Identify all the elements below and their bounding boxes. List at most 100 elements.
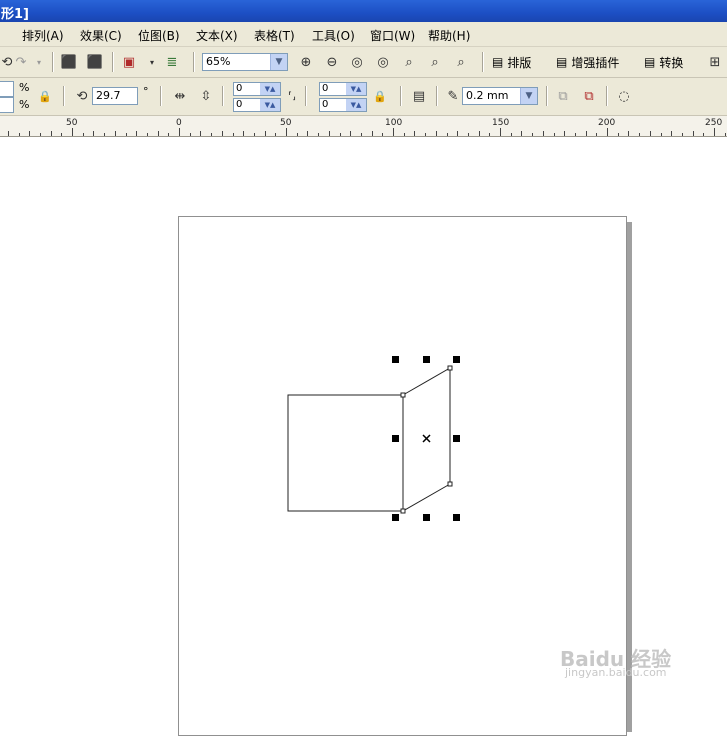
- menu-help[interactable]: 帮助(H): [428, 27, 470, 44]
- standard-toolbar: ⟲ ↷ ▾ ⬛ ⬛ ▣ ▾ ≣ 65% ▼ ⊕ ⊖ ◎ ◎ ⌕ ⌕ ⌕ ▤ 排版…: [0, 47, 727, 78]
- ruler-label: 50: [66, 118, 78, 128]
- size-x-field[interactable]: 0 ▼▲: [319, 82, 367, 96]
- scale-x-percent: %: [19, 81, 30, 94]
- selection-handle[interactable]: [392, 356, 399, 363]
- rotation-angle-value: 29.7: [96, 89, 121, 102]
- zoom-level-select[interactable]: 65% ▼: [202, 53, 288, 71]
- skew-horizontal-value: 0: [236, 83, 243, 94]
- drawing-canvas[interactable]: Baidu 经验 jingyan.baidu.com: [0, 137, 727, 736]
- menu-effects[interactable]: 效果(C): [80, 27, 122, 44]
- skew-vertical-value: 0: [236, 99, 243, 110]
- application-launcher-icon[interactable]: ▣: [120, 53, 138, 71]
- menu-tools[interactable]: 工具(O): [312, 27, 355, 44]
- menu-arrange[interactable]: 排列(A): [22, 27, 64, 44]
- toolbar-separator: [63, 86, 65, 106]
- lock-ratio-icon[interactable]: 🔒: [36, 87, 54, 105]
- skew-vertical-field[interactable]: 0 ▼▲: [233, 98, 281, 112]
- size-y-field[interactable]: 0 ▼▲: [319, 98, 367, 112]
- zoom-level-value: 65%: [206, 55, 231, 68]
- rotation-angle-field[interactable]: 29.7: [92, 87, 138, 105]
- zoom-selected-icon[interactable]: ◎: [348, 53, 366, 71]
- chevron-down-icon[interactable]: ▼: [270, 54, 287, 70]
- options-icon[interactable]: ≣: [163, 53, 181, 71]
- layout-button[interactable]: ▤ 排版: [492, 52, 531, 72]
- corner-bracket-icon: ⸢⸥: [288, 90, 296, 102]
- rotate-icon: ⟲: [76, 88, 88, 104]
- redo-icon[interactable]: ↷: [12, 53, 30, 71]
- horizontal-ruler[interactable]: 50 0 50 100 150 200 250: [0, 116, 727, 137]
- ruler-label: 250: [705, 118, 723, 128]
- outline-width-select[interactable]: 0.2 mm ▼: [462, 87, 538, 105]
- scale-y-percent: %: [19, 98, 30, 111]
- convert-label: 转换: [659, 55, 684, 70]
- mirror-vertical-icon[interactable]: ⇳: [197, 87, 215, 105]
- menu-table[interactable]: 表格(T): [254, 27, 295, 44]
- to-front-icon[interactable]: ⧉: [554, 87, 572, 105]
- spinner-arrows-icon[interactable]: ▼▲: [346, 83, 366, 95]
- square-shape[interactable]: [287, 394, 404, 512]
- launcher-dropdown-icon[interactable]: ▾: [143, 53, 161, 71]
- scale-x-field[interactable]: [0, 81, 14, 97]
- scale-y-field[interactable]: [0, 97, 14, 113]
- import-icon[interactable]: ⬛: [60, 53, 78, 71]
- lock-icon[interactable]: 🔒: [371, 87, 389, 105]
- toolbar-separator: [160, 86, 162, 106]
- node-handle[interactable]: [447, 481, 453, 487]
- node-handle[interactable]: [400, 392, 406, 398]
- zoom-page-height-icon[interactable]: ⌕: [452, 53, 470, 71]
- layout-icon: ▤: [492, 55, 504, 69]
- ruler-label: 200: [598, 118, 616, 128]
- spinner-arrows-icon[interactable]: ▼▲: [260, 83, 280, 95]
- selection-handle[interactable]: [453, 514, 460, 521]
- size-y-value: 0: [322, 99, 329, 110]
- spinner-arrows-icon[interactable]: ▼▲: [260, 99, 280, 111]
- wrap-text-icon[interactable]: ▤: [410, 87, 428, 105]
- grid-icon[interactable]: ⊞: [706, 53, 724, 71]
- toolbar-separator: [305, 86, 307, 106]
- chevron-down-icon[interactable]: ▼: [520, 88, 537, 104]
- menu-window[interactable]: 窗口(W): [370, 27, 415, 44]
- drawing-objects: [287, 356, 460, 521]
- toolbar-separator: [482, 52, 484, 72]
- export-icon[interactable]: ⬛: [86, 53, 104, 71]
- redo-dropdown-icon[interactable]: ▾: [30, 53, 48, 71]
- enhance-plugin-button[interactable]: ▤ 增强插件: [556, 52, 619, 72]
- outline-pen-icon: ✎: [447, 88, 459, 104]
- skew-horizontal-field[interactable]: 0 ▼▲: [233, 82, 281, 96]
- zoom-page-icon[interactable]: ⌕: [400, 53, 418, 71]
- window-title: 形1]: [1, 7, 29, 22]
- convert-to-curves-icon[interactable]: ◌: [615, 87, 633, 105]
- to-back-icon[interactable]: ⧉: [580, 87, 598, 105]
- selection-handle[interactable]: [453, 356, 460, 363]
- node-handle[interactable]: [447, 365, 453, 371]
- selection-handle[interactable]: [392, 514, 399, 521]
- size-x-value: 0: [322, 83, 329, 94]
- selection-handle[interactable]: [392, 435, 399, 442]
- selection-handle[interactable]: [423, 514, 430, 521]
- zoom-all-objects-icon[interactable]: ◎: [374, 53, 392, 71]
- node-handle[interactable]: [400, 508, 406, 514]
- mirror-horizontal-icon[interactable]: ⇹: [171, 87, 189, 105]
- ruler-ticks: [8, 128, 726, 136]
- toolbar-separator: [546, 86, 548, 106]
- degree-symbol: °: [143, 85, 149, 98]
- toolbar-separator: [112, 52, 114, 72]
- zoom-in-icon[interactable]: ⊕: [297, 53, 315, 71]
- convert-button[interactable]: ▤ 转换: [644, 52, 683, 72]
- toolbar-separator: [606, 86, 608, 106]
- toolbar-separator: [193, 52, 195, 72]
- menu-text[interactable]: 文本(X): [196, 27, 238, 44]
- menu-bitmaps[interactable]: 位图(B): [138, 27, 180, 44]
- ruler-label: 50: [280, 118, 292, 128]
- zoom-out-icon[interactable]: ⊖: [323, 53, 341, 71]
- selection-handle[interactable]: [423, 356, 430, 363]
- outline-width-value: 0.2 mm: [466, 89, 509, 102]
- toolbar-separator: [400, 86, 402, 106]
- ruler-label: 150: [492, 118, 510, 128]
- selection-handle[interactable]: [453, 435, 460, 442]
- ruler-label: 100: [385, 118, 403, 128]
- enhance-plugin-label: 增强插件: [571, 55, 620, 70]
- zoom-page-width-icon[interactable]: ⌕: [426, 53, 444, 71]
- spinner-arrows-icon[interactable]: ▼▲: [346, 99, 366, 111]
- center-marker-icon: [422, 434, 431, 443]
